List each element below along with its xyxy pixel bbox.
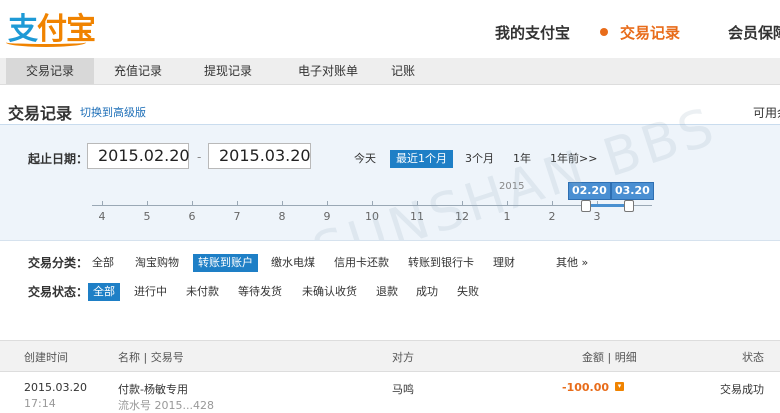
range-last-month[interactable]: 最近1个月 xyxy=(390,150,453,168)
nav-my-alipay[interactable]: 我的支付宝 xyxy=(495,22,570,43)
status-option[interactable]: 退款 xyxy=(376,283,398,301)
nav-active-dot-icon xyxy=(600,28,608,36)
row-status: 交易成功 xyxy=(720,383,764,396)
row-amount: -100.00 xyxy=(562,381,610,394)
header-created: 创建时间 xyxy=(24,351,68,364)
row-party: 马鸣 xyxy=(392,383,414,396)
timeline-start-handle[interactable] xyxy=(581,200,591,212)
timeline-tick xyxy=(147,201,148,205)
header-status: 状态 xyxy=(742,351,764,364)
timeline-end-handle[interactable] xyxy=(624,200,634,212)
row-name[interactable]: 付款-杨敏专用 xyxy=(118,381,188,397)
table-header xyxy=(0,340,780,372)
row-serial: 流水号 2015...428 xyxy=(118,399,214,412)
status-label: 交易状态： xyxy=(28,285,89,299)
subtab-recharge[interactable]: 充值记录 xyxy=(100,58,176,84)
timeline-month-label: 4 xyxy=(98,210,106,223)
timeline-month-label: 5 xyxy=(143,210,151,223)
end-date-input[interactable]: 2015.03.20 xyxy=(208,143,311,169)
status-option[interactable]: 全部 xyxy=(88,283,120,301)
row-date: 2015.03.20 xyxy=(24,381,87,394)
category-label: 交易分类： xyxy=(28,256,89,270)
category-option[interactable]: 缴水电煤 xyxy=(271,254,315,272)
timeline-tick xyxy=(282,201,283,205)
category-option[interactable]: 转账到账户 xyxy=(193,254,258,272)
timeline-month-label: 2 xyxy=(548,210,556,223)
category-option[interactable]: 转账到银行卡 xyxy=(408,254,474,272)
header-amount: 金额 | 明细 xyxy=(582,351,637,364)
subtab-statement[interactable]: 电子对账单 xyxy=(282,58,374,84)
logo-swoosh-icon xyxy=(6,38,86,47)
header-party: 对方 xyxy=(392,351,414,364)
status-option[interactable]: 未付款 xyxy=(186,283,219,301)
switch-advanced-link[interactable]: 切换到高级版 xyxy=(80,104,146,120)
available-balance-label: 可用余 xyxy=(753,106,780,120)
nav-member-protection[interactable]: 会员保障 xyxy=(728,22,780,43)
subtab-transactions[interactable]: 交易记录 xyxy=(6,58,94,84)
range-3-months[interactable]: 3个月 xyxy=(465,150,494,168)
category-more[interactable]: 其他 » xyxy=(556,254,588,272)
page-title: 交易记录 xyxy=(8,104,73,123)
timeline-tick xyxy=(327,201,328,205)
status-option[interactable]: 未确认收货 xyxy=(302,283,357,301)
detail-expand-icon[interactable]: ▾ xyxy=(615,382,624,391)
timeline-tick xyxy=(102,201,103,205)
category-option[interactable]: 淘宝购物 xyxy=(135,254,179,272)
category-option[interactable]: 信用卡还款 xyxy=(334,254,389,272)
subtab-withdraw[interactable]: 提现记录 xyxy=(190,58,266,84)
date-range-label: 起止日期： xyxy=(28,152,89,166)
timeline-month-label: 8 xyxy=(278,210,286,223)
timeline-selection-bar[interactable] xyxy=(585,204,628,207)
header-name: 名称 | 交易号 xyxy=(118,351,184,364)
row-time: 17:14 xyxy=(24,397,56,410)
timeline-month-label: 7 xyxy=(233,210,241,223)
status-option[interactable]: 失败 xyxy=(457,283,479,301)
nav-transactions[interactable]: 交易记录 xyxy=(620,22,680,43)
category-option[interactable]: 全部 xyxy=(92,254,114,272)
status-option[interactable]: 成功 xyxy=(416,283,438,301)
subtab-bookkeeping[interactable]: 记账 xyxy=(382,58,424,84)
classification-panel xyxy=(0,240,780,323)
status-option[interactable]: 等待发货 xyxy=(238,283,282,301)
start-date-input[interactable]: 2015.02.20 xyxy=(87,143,190,169)
range-today[interactable]: 今天 xyxy=(354,150,376,168)
timeline-month-label: 3 xyxy=(593,210,601,223)
timeline-month-label: 6 xyxy=(188,210,196,223)
status-option[interactable]: 进行中 xyxy=(134,283,167,301)
date-separator: - xyxy=(197,150,202,164)
timeline-tick xyxy=(192,201,193,205)
timeline-tick xyxy=(237,201,238,205)
category-option[interactable]: 理财 xyxy=(493,254,515,272)
